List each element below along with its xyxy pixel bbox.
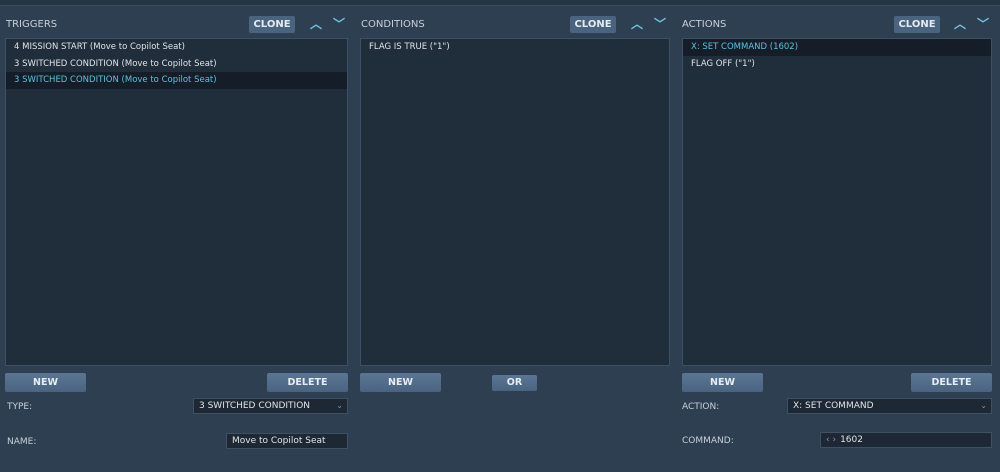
conditions-move-down-icon[interactable]: ﹀ xyxy=(654,15,666,32)
list-item-selected[interactable]: X: SET COMMAND (1602) xyxy=(683,39,991,56)
triggers-delete-button[interactable]: DELETE xyxy=(267,373,348,392)
actions-clone-button[interactable]: CLONE xyxy=(894,16,940,33)
type-select[interactable]: 3 SWITCHED CONDITION ⌄ xyxy=(193,398,348,414)
triggers-move-up-icon[interactable]: ︿ xyxy=(310,15,322,32)
actions-list[interactable]: X: SET COMMAND (1602) FLAG OFF ("1") xyxy=(682,38,992,366)
stepper-arrows-icon[interactable]: ‹ › xyxy=(826,435,836,445)
conditions-or-button[interactable]: OR xyxy=(492,375,537,391)
conditions-list[interactable]: FLAG IS TRUE ("1") xyxy=(360,38,670,366)
list-item[interactable]: 3 SWITCHED CONDITION (Move to Copilot Se… xyxy=(6,56,347,73)
conditions-move-up-icon[interactable]: ︿ xyxy=(631,15,643,32)
action-label: ACTION: xyxy=(682,402,720,412)
command-value: 1602 xyxy=(840,435,863,445)
conditions-title: CONDITIONS xyxy=(361,19,425,30)
type-label: TYPE: xyxy=(7,402,33,412)
top-bar xyxy=(0,0,1000,6)
conditions-new-button[interactable]: NEW xyxy=(360,373,441,392)
actions-delete-button[interactable]: DELETE xyxy=(911,373,992,392)
triggers-new-button[interactable]: NEW xyxy=(5,373,86,392)
name-label: NAME: xyxy=(7,437,37,447)
chevron-down-icon: ⌄ xyxy=(336,401,343,410)
type-value: 3 SWITCHED CONDITION xyxy=(199,401,311,411)
chevron-down-icon: ⌄ xyxy=(980,401,987,410)
triggers-list[interactable]: 4 MISSION START (Move to Copilot Seat) 3… xyxy=(5,38,348,366)
list-item[interactable]: FLAG OFF ("1") xyxy=(683,56,991,73)
name-input[interactable]: Move to Copilot Seat xyxy=(226,433,348,449)
actions-new-button[interactable]: NEW xyxy=(682,373,763,392)
actions-title: ACTIONS xyxy=(682,19,727,30)
action-value: X: SET COMMAND xyxy=(793,401,874,411)
action-select[interactable]: X: SET COMMAND ⌄ xyxy=(787,398,992,414)
list-item[interactable]: FLAG IS TRUE ("1") xyxy=(361,39,669,56)
list-item-selected[interactable]: 3 SWITCHED CONDITION (Move to Copilot Se… xyxy=(6,72,347,89)
command-input[interactable]: ‹ › 1602 xyxy=(820,432,992,448)
list-item[interactable]: 4 MISSION START (Move to Copilot Seat) xyxy=(6,39,347,56)
actions-move-up-icon[interactable]: ︿ xyxy=(954,15,966,32)
actions-move-down-icon[interactable]: ﹀ xyxy=(977,15,989,32)
triggers-clone-button[interactable]: CLONE xyxy=(249,16,295,33)
command-label: COMMAND: xyxy=(682,436,734,446)
conditions-clone-button[interactable]: CLONE xyxy=(570,16,616,33)
triggers-move-down-icon[interactable]: ﹀ xyxy=(333,15,345,32)
triggers-title: TRIGGERS xyxy=(6,19,58,30)
